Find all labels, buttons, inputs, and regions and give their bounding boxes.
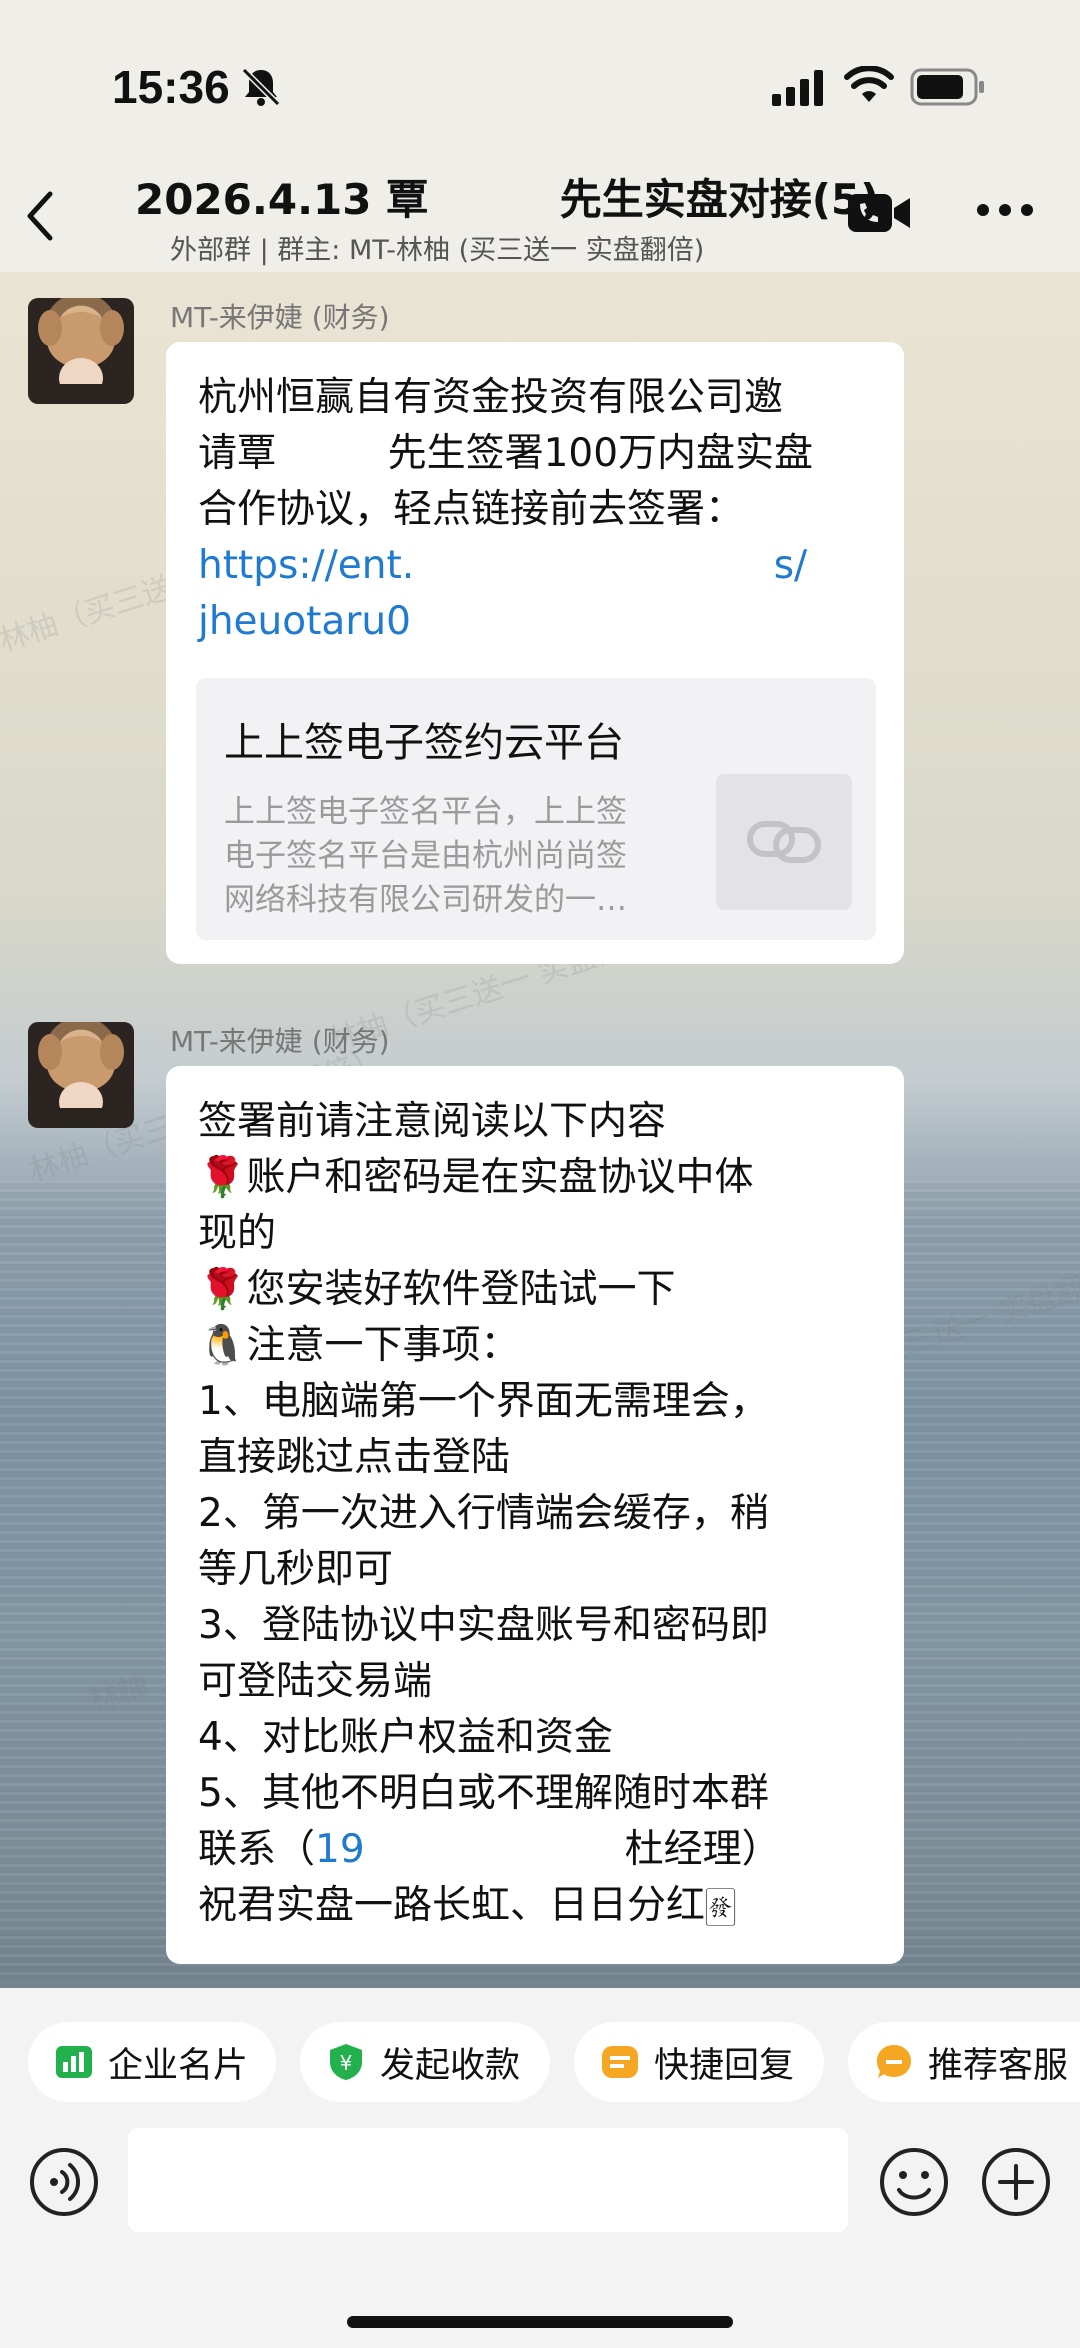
- message-line: 🌹您安装好软件登陆试一下: [198, 1267, 676, 1312]
- quick-action-payment[interactable]: ¥ 发起收款: [300, 2022, 550, 2102]
- message-bubble[interactable]: 签署前请注意阅读以下内容 🌹账户和密码是在实盘协议中体 现的 🌹您安装好软件登陆…: [166, 1066, 904, 1964]
- message-line: 🌹账户和密码是在实盘协议中体: [198, 1155, 754, 1200]
- message-line: 🐧注意一下事项：: [198, 1323, 520, 1368]
- mute-bell-icon: [241, 67, 281, 107]
- message-line: 1、电脑端第一个界面无需理会，: [198, 1379, 769, 1424]
- quick-action-quick-reply[interactable]: 快捷回复: [574, 2022, 824, 2102]
- sender-avatar[interactable]: [28, 1022, 134, 1128]
- contact-phone-link[interactable]: 19: [315, 1827, 365, 1872]
- status-bar: 15:36: [0, 0, 1080, 170]
- message-line: 3、登陆协议中实盘账号和密码即: [198, 1603, 769, 1648]
- svg-text:¥: ¥: [340, 2051, 353, 2075]
- quick-reply-icon: [602, 2046, 638, 2078]
- message-link[interactable]: jheuotaru0: [198, 594, 411, 650]
- avatar-image: [38, 310, 124, 404]
- more-icon[interactable]: [976, 202, 1034, 218]
- message-line: 请覃 先生签署100万内盘实盘: [198, 431, 814, 476]
- sender-name: MT-来伊婕 (财务): [170, 1025, 390, 1058]
- link-icon: [747, 821, 821, 863]
- chat-title: 2026.4.13 覃 先生实盘对接(5): [135, 175, 880, 224]
- message-line: 祝君实盘一路长虹、日日分红🀅: [198, 1883, 737, 1928]
- message-line: 2、第一次进入行情端会缓存，稍: [198, 1491, 769, 1536]
- message-input[interactable]: [128, 2128, 848, 2232]
- contact-suffix: 杜经理）: [624, 1827, 781, 1872]
- sender-avatar[interactable]: [28, 298, 134, 404]
- message-line: 等几秒即可: [198, 1547, 394, 1592]
- message-line: 现的: [198, 1211, 277, 1256]
- message-line: 签署前请注意阅读以下内容: [198, 1099, 667, 1144]
- quick-action-label: 发起收款: [380, 2045, 521, 2086]
- emoji-icon[interactable]: [878, 2146, 950, 2218]
- message-line: 杭州恒赢自有资金投资有限公司邀: [198, 375, 784, 420]
- payment-icon: ¥: [330, 2044, 362, 2080]
- wifi-icon: [844, 66, 894, 102]
- recommend-service-icon: [877, 2045, 911, 2078]
- chat-subtitle: 外部群 | 群主: MT-林柚 (买三送一 实盘翻倍): [170, 235, 705, 266]
- message-line: 可登陆交易端: [198, 1659, 433, 1704]
- avatar-image: [38, 1034, 124, 1128]
- message-line: 合作协议，轻点链接前去签署：: [198, 487, 745, 532]
- back-icon[interactable]: [22, 188, 58, 244]
- home-indicator[interactable]: [347, 2316, 733, 2328]
- contact-prefix: 联系（: [198, 1827, 316, 1872]
- quick-action-business-card[interactable]: 企业名片: [28, 2022, 276, 2102]
- link-card-desc: 网络科技有限公司研发的一…: [224, 882, 627, 918]
- link-preview-card[interactable]: 上上签电子签约云平台 上上签电子签名平台，上上签 电子签名平台是由杭州尚尚签 网…: [196, 678, 876, 940]
- voice-input-icon[interactable]: [28, 2146, 100, 2218]
- quick-action-label: 快捷回复: [654, 2045, 795, 2086]
- battery-icon: [910, 68, 984, 106]
- signal-icon: [772, 70, 823, 106]
- business-card-icon: [56, 2046, 92, 2078]
- add-icon[interactable]: [980, 2146, 1052, 2218]
- link-card-desc: 电子签名平台是由杭州尚尚签: [224, 838, 627, 874]
- link-thumbnail: [716, 774, 852, 910]
- quick-action-label: 推荐客服: [928, 2045, 1069, 2086]
- quick-action-recommend-service[interactable]: 推荐客服: [848, 2022, 1080, 2102]
- message-link[interactable]: https://ent. s/: [198, 538, 807, 594]
- contact-line: 联系（19 杜经理）: [198, 1822, 781, 1878]
- message-bubble[interactable]: 杭州恒赢自有资金投资有限公司邀 请覃 先生签署100万内盘实盘 合作协议，轻点链…: [166, 342, 904, 964]
- sender-name: MT-来伊婕 (财务): [170, 301, 390, 334]
- status-time: 15:36: [112, 61, 230, 113]
- message-line: 5、其他不明白或不理解随时本群: [198, 1771, 769, 1816]
- message-line: 直接跳过点击登陆: [198, 1435, 511, 1480]
- link-card-title: 上上签电子签约云平台: [224, 720, 624, 766]
- link-card-desc: 上上签电子签名平台，上上签: [224, 794, 627, 830]
- quick-action-label: 企业名片: [108, 2045, 249, 2086]
- message-line: 4、对比账户权益和资金: [198, 1715, 613, 1760]
